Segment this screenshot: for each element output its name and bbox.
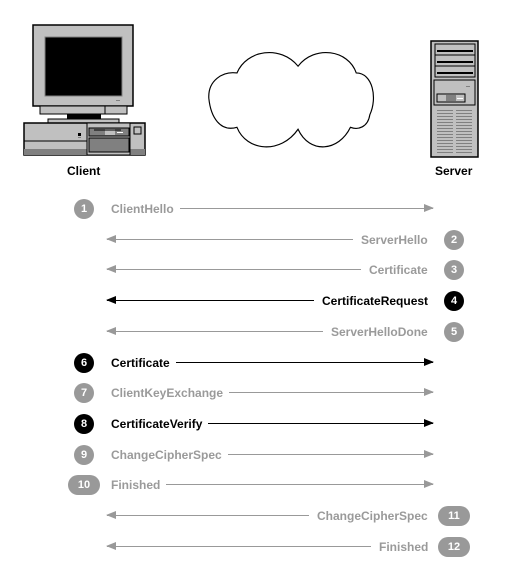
tower-server-icon: [430, 40, 479, 158]
handshake-step: 3 Certificate: [0, 259, 516, 281]
handshake-step: 8 CertificateVerify: [0, 413, 516, 435]
step-number-badge: 2: [444, 229, 464, 250]
handshake-step: 11 ChangeCipherSpec: [0, 505, 516, 527]
message-label: ClientHello: [111, 202, 174, 216]
step-number-badge: 8: [74, 413, 94, 434]
handshake-step: 5 ServerHelloDone: [0, 321, 516, 343]
arrowhead-icon: [106, 511, 116, 519]
handshake-step: 2 ServerHello: [0, 229, 516, 251]
arrow-to-server: [228, 449, 434, 458]
step-number-badge: 10: [68, 475, 100, 496]
message-label: ServerHelloDone: [331, 324, 428, 339]
arrow-to-server: [180, 204, 434, 212]
message-label: CertificateRequest: [322, 294, 429, 309]
message-label: ClientKeyExchange: [111, 386, 224, 401]
arrow-to-client: [106, 511, 309, 519]
arrow-to-client: [106, 265, 361, 274]
arrow-to-client: [106, 541, 371, 550]
handshake-step: 12 Finished: [0, 536, 516, 558]
arrowhead-icon: [424, 418, 434, 427]
handshake-step: 6 Certificate: [0, 352, 516, 374]
step-number-badge: 5: [444, 321, 464, 342]
message-label: ChangeCipherSpec: [317, 509, 428, 523]
server-label: Server: [435, 164, 473, 178]
step-number-badge: 4: [444, 291, 464, 312]
desktop-computer-icon: [23, 24, 146, 156]
arrowhead-icon: [424, 357, 434, 366]
cloud-icon: [208, 52, 374, 148]
message-label: ChangeCipherSpec: [111, 447, 222, 462]
message-label: Finished: [111, 478, 161, 493]
arrowhead-icon: [424, 449, 434, 458]
client-label: Client: [67, 164, 101, 178]
arrowhead-icon: [106, 265, 116, 274]
arrowhead-icon: [424, 480, 434, 489]
message-label: Certificate: [369, 263, 428, 278]
message-label: Finished: [379, 539, 429, 554]
step-number-badge: 11: [438, 506, 470, 526]
arrowhead-icon: [424, 204, 434, 212]
arrow-to-server: [166, 480, 434, 489]
arrow-to-server: [208, 418, 434, 427]
step-number-badge: 12: [438, 536, 470, 557]
arrowhead-icon: [106, 541, 116, 550]
handshake-step: 10 Finished: [0, 474, 516, 496]
arrow-to-client: [106, 326, 323, 335]
arrowhead-icon: [424, 388, 434, 397]
step-number-badge: 1: [74, 199, 94, 219]
step-number-badge: 6: [74, 352, 94, 373]
handshake-step: 4 CertificateRequest: [0, 290, 516, 312]
step-number-badge: 9: [74, 444, 94, 465]
arrowhead-icon: [106, 234, 116, 243]
arrowhead-icon: [106, 326, 116, 335]
arrow-to-server: [229, 388, 434, 397]
message-label: ServerHello: [361, 232, 428, 247]
handshake-step: 7 ClientKeyExchange: [0, 382, 516, 404]
step-number-badge: 7: [74, 383, 94, 404]
message-label: CertificateVerify: [111, 416, 203, 431]
arrowhead-icon: [106, 296, 116, 305]
arrow-to-client: [106, 234, 353, 243]
message-label: Certificate: [111, 355, 170, 370]
arrow-to-client: [106, 296, 314, 305]
handshake-step: 1 ClientHello: [0, 198, 516, 220]
arrow-to-server: [176, 357, 434, 366]
step-number-badge: 3: [444, 260, 464, 281]
handshake-step: 9 ChangeCipherSpec: [0, 444, 516, 466]
